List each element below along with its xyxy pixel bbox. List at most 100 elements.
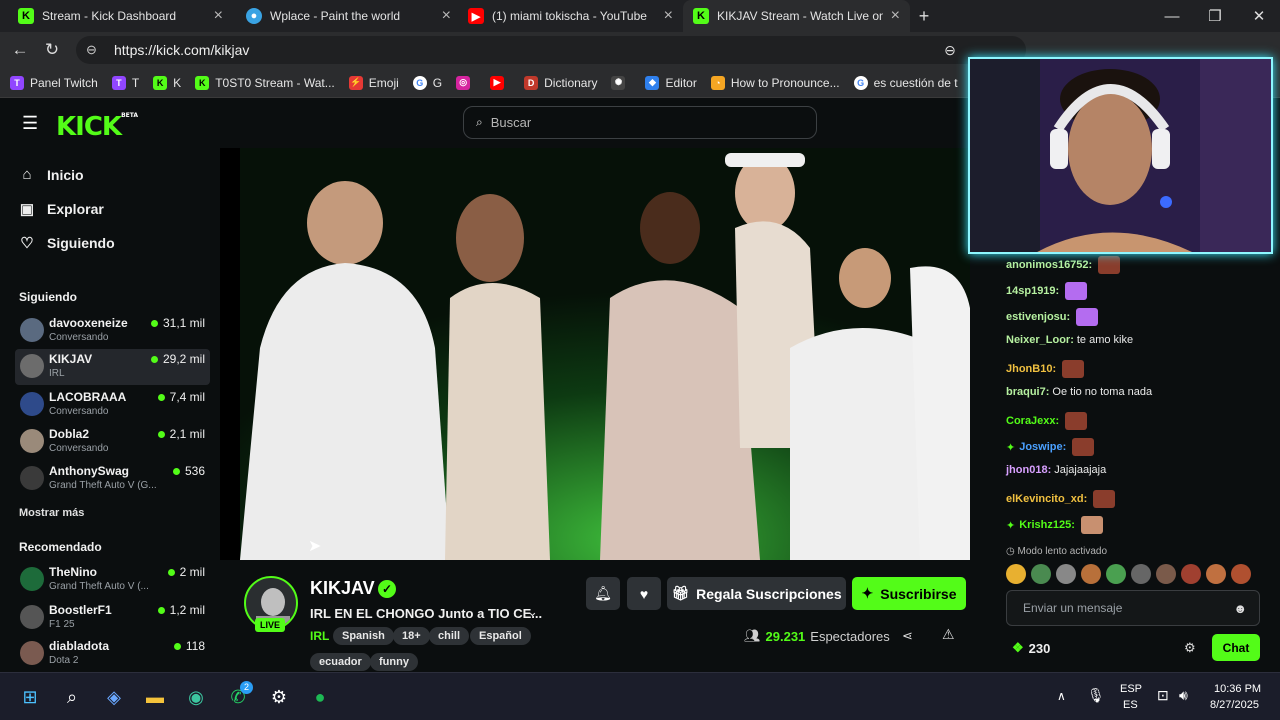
nav-siguiendo[interactable]: ♡ Siguiendo bbox=[18, 234, 114, 252]
bookmark-g[interactable]: GG bbox=[412, 75, 442, 90]
language-sub: ES bbox=[1123, 699, 1138, 711]
nav-inicio[interactable]: ⌂ Inicio bbox=[18, 166, 83, 183]
file-explorer-icon[interactable]: ▬ bbox=[143, 685, 167, 709]
tag-chill[interactable]: chill bbox=[429, 627, 470, 645]
channel-davooxeneize[interactable]: davooxeneize Conversando 31,1 mil bbox=[15, 313, 210, 349]
subscribe-button[interactable]: ✦ Suscribirse bbox=[852, 577, 966, 610]
clock-date[interactable]: 8/27/2025 bbox=[1210, 699, 1259, 711]
report-warning-icon[interactable]: ⚠ bbox=[942, 626, 955, 643]
app-icon[interactable]: ⚙ bbox=[267, 685, 291, 709]
clock-time[interactable]: 10:36 PM bbox=[1214, 683, 1261, 695]
emote-icon bbox=[1072, 438, 1095, 456]
channel-lacobraaa[interactable]: LACOBRAAA Conversando 7,4 mil bbox=[15, 387, 210, 423]
emote-icon[interactable] bbox=[1206, 564, 1226, 584]
stream-category-link[interactable]: IRL bbox=[310, 629, 329, 643]
emote-icon[interactable] bbox=[1006, 564, 1026, 584]
new-tab-button[interactable]: + bbox=[910, 0, 938, 32]
share-icon[interactable]: ⋖ bbox=[902, 628, 913, 644]
close-tab-icon[interactable]: × bbox=[891, 7, 900, 25]
bookmark-youtube[interactable]: ▶ bbox=[490, 75, 510, 90]
heart-icon: ♡ bbox=[20, 235, 34, 252]
bookmark-dictionary[interactable]: D Dictionary bbox=[524, 75, 597, 90]
bookmark-panel-twitch[interactable]: T Panel Twitch bbox=[10, 75, 98, 90]
channel-kikjav[interactable]: KIKJAV IRL 29,2 mil bbox=[15, 349, 210, 385]
chat-message: elKevincito_xd: bbox=[1006, 490, 1116, 508]
channel-dobla2[interactable]: Dobla2 Conversando 2,1 mil bbox=[15, 424, 210, 460]
bookmark-t[interactable]: TT bbox=[111, 75, 139, 90]
spotify-icon[interactable]: ● bbox=[308, 685, 332, 709]
zoom-icon[interactable]: ⊖ bbox=[938, 38, 962, 62]
emoji-picker-icon[interactable]: ☻ bbox=[1233, 601, 1247, 616]
emote-icon[interactable] bbox=[1056, 564, 1076, 584]
volume-icon[interactable]: 🔊︎ bbox=[1179, 687, 1188, 704]
send-chat-button[interactable]: Chat bbox=[1212, 634, 1260, 661]
tag-funny[interactable]: funny bbox=[370, 653, 418, 671]
bookmark-es-cuestion[interactable]: Ges cuestión de t bbox=[853, 75, 958, 90]
chat-settings-gear-icon[interactable]: ⚙ bbox=[1184, 640, 1196, 656]
emote-icon[interactable] bbox=[1081, 564, 1101, 584]
windows-start-icon[interactable]: ⊞ bbox=[18, 685, 42, 709]
close-window-icon[interactable]: ✕ bbox=[1237, 0, 1280, 32]
microphone-icon[interactable]: 🎙︎ bbox=[1087, 687, 1105, 704]
app-icon[interactable]: ◈ bbox=[102, 685, 126, 709]
avatar bbox=[20, 429, 44, 453]
chat-message: anonimos16752: bbox=[1006, 256, 1121, 274]
tab-kick-dashboard[interactable]: K Stream - Kick Dashboard × bbox=[8, 0, 233, 32]
channel-name[interactable]: KIKJAV bbox=[310, 578, 375, 599]
maximize-icon[interactable]: ❐ bbox=[1193, 0, 1237, 32]
avatar bbox=[20, 354, 44, 378]
channel-anthonyswag[interactable]: AnthonySwag Grand Theft Auto V (G... 536 bbox=[15, 461, 210, 497]
tag-spanish[interactable]: Spanish bbox=[333, 627, 394, 645]
tag-espanol[interactable]: Español bbox=[470, 627, 531, 645]
close-tab-icon[interactable]: × bbox=[214, 7, 223, 25]
tab-wplace[interactable]: ● Wplace - Paint the world × bbox=[236, 0, 461, 32]
tag-18plus[interactable]: 18+ bbox=[393, 627, 430, 645]
network-icon[interactable]: ⊡ bbox=[1157, 687, 1169, 704]
tab-youtube[interactable]: ▶ (1) miami tokischa - YouTube × bbox=[458, 0, 683, 32]
emote-icon[interactable] bbox=[1181, 564, 1201, 584]
stream-title: IRL EN EL CHONGO Junto a TIO CE... bbox=[310, 606, 543, 621]
channel-thenino[interactable]: TheNino Grand Theft Auto V (... 2 mil bbox=[15, 562, 210, 598]
back-arrow-icon[interactable]: ← bbox=[8, 38, 32, 62]
bookmark-pronounce[interactable]: ◔ How to Pronounce... bbox=[710, 75, 840, 90]
emote-icon[interactable] bbox=[1131, 564, 1151, 584]
language-indicator[interactable]: ESP bbox=[1120, 683, 1142, 695]
bookmark-k[interactable]: KK bbox=[153, 75, 181, 90]
nav-explorar[interactable]: ▣ Explorar bbox=[18, 200, 104, 218]
chevron-down-icon[interactable]: ⌄ bbox=[527, 604, 538, 620]
chat-message-input[interactable]: Enviar un mensaje ☻ bbox=[1006, 590, 1260, 626]
emote-icon[interactable] bbox=[1231, 564, 1251, 584]
bookmark-emoji[interactable]: ⚡ Emoji bbox=[348, 75, 399, 90]
tag-ecuador[interactable]: ecuador bbox=[310, 653, 371, 671]
openai-icon: ✺ bbox=[611, 75, 626, 90]
emote-icon[interactable] bbox=[1106, 564, 1126, 584]
url-bar[interactable]: ⊖ https://kick.com/kikjav bbox=[76, 36, 1026, 64]
menu-icon[interactable]: ☰ bbox=[22, 113, 38, 134]
kick-logo[interactable]: KICKBETA bbox=[56, 112, 138, 142]
search-icon[interactable]: ⌕ bbox=[60, 685, 84, 709]
users-icon: 👥︎ bbox=[744, 628, 761, 643]
channel-points[interactable]: ❖ 230 bbox=[1012, 640, 1050, 656]
follow-heart-button[interactable]: ♥ bbox=[627, 577, 661, 610]
edge-browser-icon[interactable]: ◉ bbox=[184, 685, 208, 709]
notification-bell-button[interactable]: 🔔︎ bbox=[586, 577, 620, 610]
channel-boostlerf1[interactable]: BoostlerF1 F1 25 1,2 mil bbox=[15, 600, 210, 636]
bookmark-instagram[interactable]: ◎ bbox=[456, 75, 476, 90]
show-more-link[interactable]: Mostrar más bbox=[19, 507, 84, 519]
emote-icon[interactable] bbox=[1031, 564, 1051, 584]
chevron-up-icon[interactable]: ∧ bbox=[1057, 689, 1066, 703]
channel-diabladota[interactable]: diabladota Dota 2 118 bbox=[15, 636, 210, 672]
gift-subscriptions-button[interactable]: 🎁︎ Regala Suscripciones bbox=[667, 577, 846, 610]
close-tab-icon[interactable]: × bbox=[442, 7, 451, 25]
bookmark-editor[interactable]: ◆ Editor bbox=[645, 75, 697, 90]
video-player[interactable]: ➤ bbox=[220, 148, 970, 560]
minimize-icon[interactable]: — bbox=[1150, 0, 1194, 32]
reload-icon[interactable]: ↻ bbox=[40, 38, 64, 62]
tab-kikjav-stream[interactable]: K KIKJAV Stream - Watch Live on Kic × bbox=[683, 0, 910, 32]
close-tab-icon[interactable]: × bbox=[664, 7, 673, 25]
emote-icon[interactable] bbox=[1156, 564, 1176, 584]
bookmark-tosto[interactable]: K T0ST0 Stream - Wat... bbox=[195, 75, 335, 90]
video-frame bbox=[220, 148, 970, 560]
search-input[interactable]: ⌕ Buscar bbox=[463, 106, 817, 139]
bookmark-openai[interactable]: ✺ bbox=[611, 75, 631, 90]
